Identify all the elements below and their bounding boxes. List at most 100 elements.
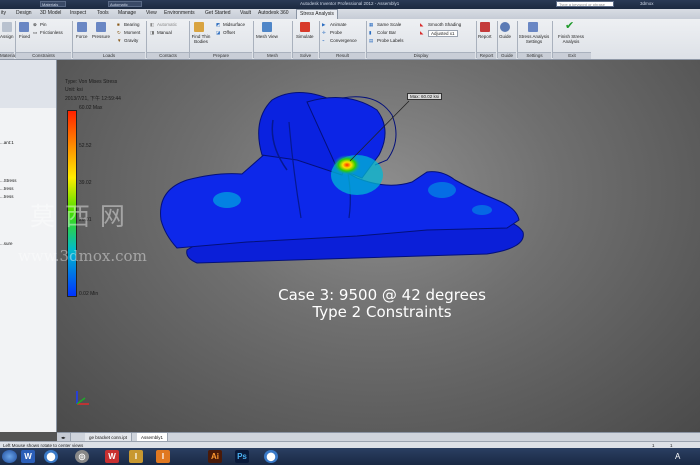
panel-guide: Guide: [498, 52, 516, 59]
tab-utility[interactable]: ity: [1, 10, 6, 16]
automatic-contacts-button[interactable]: Automatic: [157, 22, 177, 27]
view-triad[interactable]: [71, 388, 93, 410]
gravity-icon: ▼: [117, 38, 122, 43]
mesh-view-icon[interactable]: [262, 22, 272, 32]
frictionless-icon: ▭: [33, 30, 38, 35]
start-button[interactable]: [2, 450, 17, 463]
moment-button[interactable]: Moment: [124, 30, 140, 35]
tab-environments[interactable]: Environments: [164, 10, 195, 16]
color-bar-icon: ▮: [369, 30, 372, 35]
same-scale-icon: ▦: [369, 22, 374, 27]
probe-icon: ✛: [322, 30, 326, 35]
find-thin-bodies-button[interactable]: Find Thin Bodies: [190, 34, 212, 44]
browser-item[interactable]: ...tress: [0, 186, 14, 191]
pressure-button[interactable]: Pressure: [92, 34, 110, 39]
frictionless-button[interactable]: Frictionless: [40, 30, 63, 35]
panel-prepare: Prepare: [190, 52, 252, 59]
tab-autodesk-360[interactable]: Autodesk 360: [258, 10, 289, 16]
panel-solve: Solve: [293, 52, 318, 59]
browser-item[interactable]: ...Stress: [0, 178, 17, 183]
report-button[interactable]: Report: [478, 34, 492, 39]
fixed-button[interactable]: Fixed: [19, 34, 30, 39]
search-input[interactable]: Type a keyword or phrase: [556, 1, 614, 7]
panel-loads: Loads: [73, 52, 145, 59]
probe-button[interactable]: Probe: [330, 30, 342, 35]
max-value-tag[interactable]: Max: 60.02 ksi: [407, 93, 443, 100]
view-combo[interactable]: Automatic: [108, 1, 142, 7]
simulate-icon[interactable]: [300, 22, 310, 32]
convergence-icon: ⌁: [322, 38, 325, 43]
pin-button[interactable]: Pin: [40, 22, 47, 27]
tab-stress-analysis[interactable]: Stress Analysis: [296, 9, 338, 19]
same-scale-button[interactable]: Same Scale: [377, 22, 401, 27]
tab-design[interactable]: Design: [16, 10, 32, 16]
browser-item[interactable]: ...tress: [0, 194, 14, 199]
tab-tools[interactable]: Tools: [97, 10, 109, 16]
color-bar-button[interactable]: Color Bar: [377, 30, 396, 35]
settings-icon[interactable]: [528, 22, 538, 32]
chrome-icon[interactable]: ⬤: [44, 450, 58, 463]
finish-stress-analysis-button[interactable]: Finish Stress Analysis: [553, 34, 589, 44]
offset-icon: ◪: [216, 30, 221, 35]
pin-icon: ⊗: [33, 22, 37, 27]
gravity-button[interactable]: Gravity: [124, 38, 138, 43]
assign-material-icon[interactable]: [2, 22, 12, 32]
app-icon[interactable]: I: [129, 450, 143, 463]
pressure-icon[interactable]: [96, 22, 106, 32]
tab-view[interactable]: View: [146, 10, 157, 16]
simulate-button[interactable]: Simulate: [296, 34, 314, 39]
fixed-constraint-icon[interactable]: [19, 22, 29, 32]
case-subtitle: Type 2 Constraints: [312, 303, 452, 321]
manual-contacts-button[interactable]: Manual: [157, 30, 172, 35]
animate-icon: ▶: [322, 22, 326, 27]
moment-icon: ↻: [117, 30, 121, 35]
convergence-button[interactable]: Convergence: [330, 38, 357, 43]
browser-item[interactable]: ...sure: [0, 241, 13, 246]
assign-button[interactable]: Assign: [0, 34, 14, 39]
watermark-text: 莫 西 网: [30, 202, 126, 231]
offset-button[interactable]: Offset: [223, 30, 235, 35]
case-title: Case 3: 9500 @ 42 degrees: [278, 286, 486, 304]
finish-checkmark-icon: ✔: [565, 20, 575, 32]
illustrator-icon[interactable]: Ai: [208, 450, 222, 463]
find-thin-bodies-icon[interactable]: [194, 22, 204, 32]
force-icon[interactable]: [77, 22, 87, 32]
watermark-url: www.3dmox.com: [18, 247, 147, 265]
window-title: Autodesk Inventor Professional 2012 - As…: [300, 1, 400, 6]
photoshop-icon[interactable]: Ps: [235, 450, 249, 463]
adjusted-icon: ◣: [420, 30, 424, 35]
panel-constraints: Constraints: [16, 52, 71, 59]
graphics-viewport[interactable]: Type: Von Mises Stress Unit: ksi 2013/7/…: [57, 60, 700, 432]
force-button[interactable]: Force: [76, 34, 88, 39]
project-combo[interactable]: Materials: [40, 1, 66, 7]
bearing-button[interactable]: Bearing: [124, 22, 140, 27]
stress-result-model[interactable]: [57, 60, 700, 432]
guide-icon[interactable]: [500, 22, 510, 32]
smooth-shading-dropdown[interactable]: Smooth Shading: [428, 22, 461, 27]
tab-3d-model[interactable]: 3D Model: [40, 10, 61, 16]
user-name[interactable]: 3dmox: [640, 1, 654, 6]
midsurface-button[interactable]: Midsurface: [223, 22, 245, 27]
report-icon[interactable]: [480, 22, 490, 32]
tab-get-started[interactable]: Get Started: [205, 10, 231, 16]
mesh-view-button[interactable]: Mesh View: [256, 34, 278, 39]
tab-inspect[interactable]: Inspect: [70, 10, 86, 16]
smooth-shading-icon: ◣: [420, 22, 424, 27]
tab-vault[interactable]: Vault: [240, 10, 251, 16]
guide-button[interactable]: Guide: [499, 34, 511, 39]
app-icon[interactable]: W: [105, 450, 119, 463]
word-icon[interactable]: W: [21, 450, 35, 463]
inventor-icon[interactable]: I: [156, 450, 170, 463]
stress-analysis-settings-button[interactable]: Stress Analysis Settings: [518, 34, 550, 44]
language-indicator[interactable]: A: [675, 452, 680, 461]
media-icon[interactable]: ◎: [75, 450, 89, 463]
ribbon: Assign Material Fixed ⊗ Pin ▭ Frictionle…: [0, 19, 700, 60]
probe-labels-icon: ▤: [369, 38, 374, 43]
browser-icon[interactable]: ⬤: [264, 450, 278, 463]
tab-manage[interactable]: Manage: [118, 10, 136, 16]
probe-labels-button[interactable]: Probe Labels: [377, 38, 404, 43]
panel-settings: Settings: [518, 52, 551, 59]
browser-item[interactable]: ...ant:1: [0, 140, 14, 145]
animate-button[interactable]: Animate: [330, 22, 347, 27]
adjusted-scale-dropdown[interactable]: Adjusted x1: [428, 30, 458, 37]
